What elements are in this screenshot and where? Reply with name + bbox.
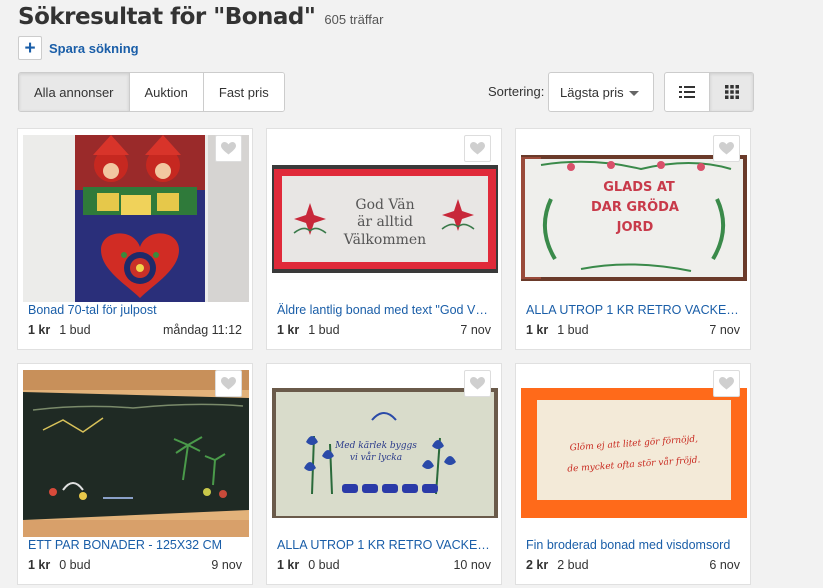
heart-icon [719,377,734,390]
listing-card[interactable]: GLADS AT DAR GRÖDA JORD ALLA UTROP 1 KR … [515,128,751,350]
heart-icon [719,142,734,155]
listing-bids: 1 bud [59,323,91,337]
embroidery-line: God Vän [355,197,414,213]
embroidery-line: GLADS AT [603,180,675,195]
sort-selected-value: Lägsta pris [560,84,624,100]
embroidery-line: vi vår lycka [350,451,402,463]
filter-fixed-price-button[interactable]: Fast pris [203,73,284,111]
embroidery-line: Välkommen [343,232,426,248]
listing-price: 1 kr [526,323,549,337]
sort-label: Sortering: [488,84,545,99]
listing-price: 1 kr [277,323,300,337]
listing-card[interactable]: Med kärlek byggs vi vår lycka ALLA UTROP… [266,363,502,585]
favorite-button[interactable] [215,370,242,397]
favorite-button[interactable] [713,370,740,397]
listing-title[interactable]: Fin broderad bonad med visdomsord [526,538,740,552]
caret-down-icon [629,91,639,96]
listing-title[interactable]: ETT PAR BONADER - 125X32 CM [28,538,242,552]
heart-icon [470,142,485,155]
listing-date: 9 nov [211,558,242,572]
listing-date: 7 nov [709,323,740,337]
listing-bids: 2 bud [557,558,589,572]
plus-icon: + [18,36,42,60]
favorite-button[interactable] [464,370,491,397]
embroidery-line: Med kärlek byggs [334,441,417,451]
grid-view-button[interactable] [709,73,753,111]
listing-card[interactable]: ETT PAR BONADER - 125X32 CM 1 kr 0 bud 9… [17,363,253,585]
hit-count: 605 träffar [324,12,384,27]
sort-dropdown[interactable]: Lägsta pris [548,72,654,112]
listing-bids: 0 bud [59,558,91,572]
listing-date: 7 nov [460,323,491,337]
listing-date: 10 nov [453,558,491,572]
embroidery-line: DAR GRÖDA [591,199,679,215]
listing-bids: 0 bud [308,558,340,572]
favorite-button[interactable] [215,135,242,162]
listing-card[interactable]: Glöm ej att litet gör förnöjd, de mycket… [515,363,751,585]
listing-price: 2 kr [526,558,549,572]
save-search-button[interactable]: + Spara sökning [18,36,139,60]
listing-price: 1 kr [28,323,51,337]
listing-bids: 1 bud [557,323,589,337]
filter-all-button[interactable]: Alla annonser [19,73,130,111]
list-view-button[interactable] [665,73,709,111]
listing-meta: 1 kr 1 bud måndag 11:12 [28,323,242,337]
listing-meta: 2 kr 2 bud 6 nov [526,558,740,572]
listing-meta: 1 kr 1 bud 7 nov [277,323,491,337]
listing-title[interactable]: ALLA UTROP 1 KR RETRO VACKER BONAD [526,303,740,317]
save-search-label: Spara sökning [49,40,139,56]
page-title: Sökresultat för "Bonad" [18,4,316,30]
listing-type-filter: Alla annonser Auktion Fast pris [18,72,285,112]
listing-title[interactable]: ALLA UTROP 1 KR RETRO VACKER BONAD [277,538,491,552]
filter-auction-button[interactable]: Auktion [129,73,204,111]
page-header: Sökresultat för "Bonad" 605 träffar [18,4,383,30]
heart-icon [221,142,236,155]
listing-title[interactable]: Bonad 70-tal för julpost [28,303,242,317]
view-toggle [664,72,754,112]
listing-date: måndag 11:12 [163,323,242,337]
list-view-icon [679,86,695,98]
heart-icon [221,377,236,390]
listing-bids: 1 bud [308,323,340,337]
embroidery-line: är alltid [357,214,413,230]
listing-card[interactable]: Bonad 70-tal för julpost 1 kr 1 bud månd… [17,128,253,350]
listing-meta: 1 kr 1 bud 7 nov [526,323,740,337]
heart-icon [470,377,485,390]
listing-price: 1 kr [28,558,51,572]
grid-view-icon [724,85,739,99]
listing-price: 1 kr [277,558,300,572]
listing-meta: 1 kr 0 bud 10 nov [277,558,491,572]
listing-title[interactable]: Äldre lantlig bonad med text "God Vän är… [277,303,491,317]
favorite-button[interactable] [464,135,491,162]
favorite-button[interactable] [713,135,740,162]
listing-date: 6 nov [709,558,740,572]
embroidery-line: JORD [616,220,654,235]
listing-meta: 1 kr 0 bud 9 nov [28,558,242,572]
listing-card[interactable]: God Vän är alltid Välkommen Äldre lantli… [266,128,502,350]
